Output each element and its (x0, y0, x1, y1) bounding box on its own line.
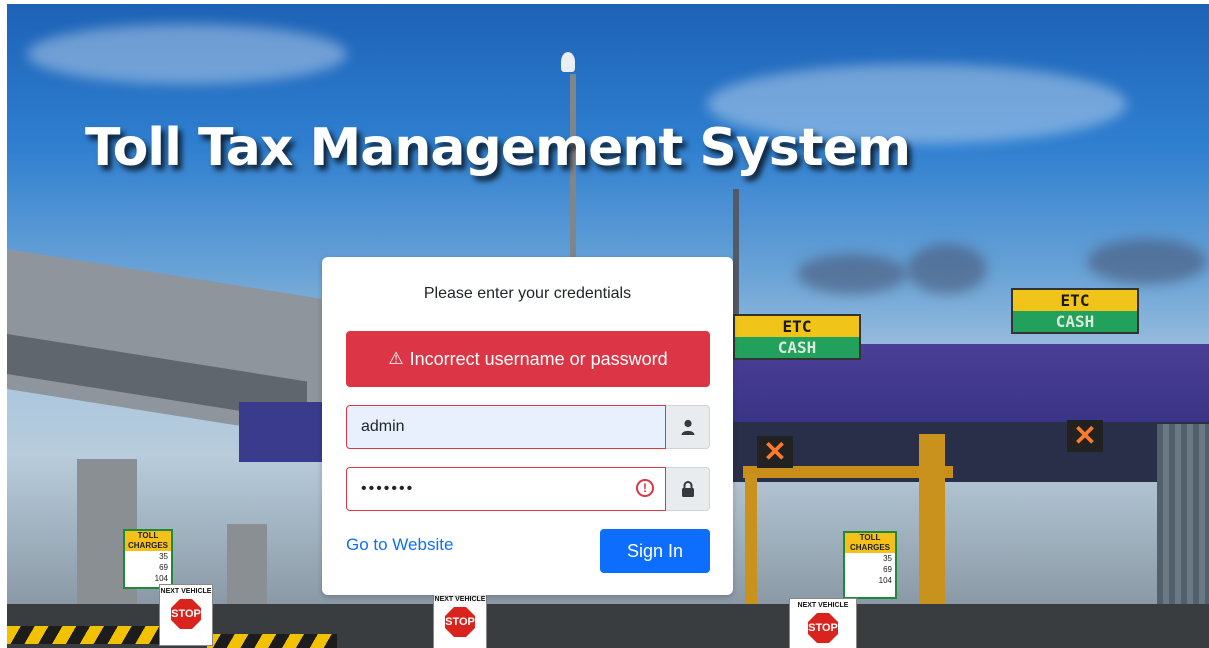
stop-sign: NEXT VEHICLE STOP (159, 584, 213, 646)
stop-sign-label: STOP (445, 607, 475, 637)
error-alert: ⚠ Incorrect username or password (346, 331, 710, 387)
light-lamp (561, 52, 575, 72)
cash-label: CASH (735, 337, 859, 358)
stop-sign-caption: NEXT VEHICLE (797, 602, 849, 609)
toll-board-row: 104 (878, 576, 892, 585)
page-title: Toll Tax Management System (85, 118, 911, 178)
overpass-pillar (227, 524, 267, 614)
toll-board-row: 35 (159, 552, 168, 561)
stop-sign-label: STOP (808, 613, 838, 643)
toll-post (919, 434, 945, 624)
password-group: ! (346, 467, 710, 511)
password-input[interactable] (346, 467, 666, 511)
toll-board-header: TOLL CHARGES (125, 531, 171, 551)
error-message: Incorrect username or password (409, 348, 668, 369)
toll-board-row: 69 (159, 563, 168, 572)
cloud (797, 254, 907, 294)
stop-sign-caption: NEXT VEHICLE (160, 588, 212, 595)
toll-post (745, 474, 757, 624)
go-to-website-link[interactable]: Go to Website (346, 535, 453, 555)
cloud (1087, 239, 1207, 284)
toll-charges-board: TOLL CHARGES 35 69 104 (843, 531, 897, 599)
sign-in-button[interactable]: Sign In (600, 529, 710, 573)
cloud (907, 244, 987, 294)
stop-sign-label: STOP (171, 599, 201, 629)
toll-board-row: 104 (154, 574, 168, 583)
credentials-prompt: Please enter your credentials (423, 285, 632, 302)
toll-board-row: 69 (883, 565, 892, 574)
login-card: Please enter your credentials ⚠ Incorrec… (322, 257, 733, 595)
etc-cash-sign: ETC CASH (1011, 288, 1139, 334)
cloud (27, 24, 347, 84)
etc-label: ETC (1013, 290, 1137, 311)
etc-cash-sign: ETC CASH (733, 314, 861, 360)
stop-sign: NEXT VEHICLE STOP (433, 592, 487, 648)
invalid-alert-icon: ! (636, 479, 654, 497)
cash-label: CASH (1013, 311, 1137, 332)
hazard-stripes (207, 634, 337, 648)
antenna-tower (733, 189, 739, 319)
username-group (346, 405, 710, 449)
stop-sign: NEXT VEHICLE STOP (789, 598, 857, 648)
lane-closed-icon: ✕ (757, 436, 793, 468)
lock-icon (666, 467, 710, 511)
toll-board-row: 35 (883, 554, 892, 563)
warning-triangle-icon: ⚠ (388, 349, 404, 368)
toll-canopy-left (239, 402, 329, 462)
username-input[interactable] (346, 405, 666, 449)
hazard-stripes (7, 626, 167, 644)
toll-charges-board: TOLL CHARGES 35 69 104 (123, 529, 173, 589)
stop-sign-caption: NEXT VEHICLE (434, 596, 486, 603)
toll-board-header: TOLL CHARGES (845, 533, 895, 553)
etc-label: ETC (735, 316, 859, 337)
user-icon (666, 405, 710, 449)
user-icon-svg (681, 419, 694, 435)
lock-icon-svg (681, 481, 694, 497)
lane-closed-icon: ✕ (1067, 420, 1103, 452)
